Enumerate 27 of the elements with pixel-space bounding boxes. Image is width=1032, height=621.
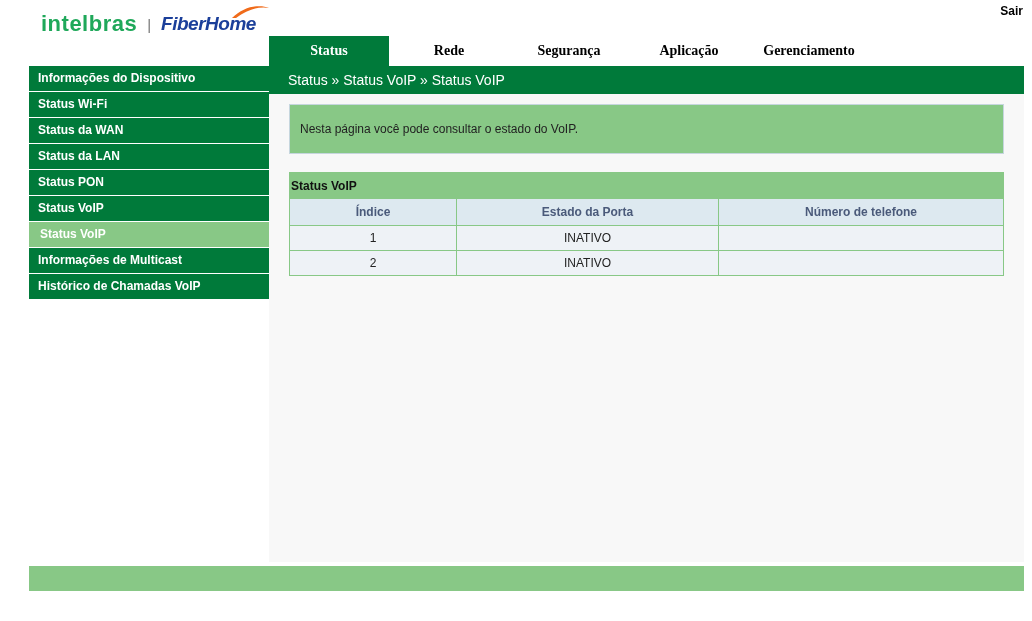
column-header: Número de telefone (718, 198, 1004, 226)
logout-link[interactable]: Sair (1000, 4, 1023, 18)
column-header: Estado da Porta (456, 198, 719, 226)
table-cell: 1 (289, 225, 457, 251)
table-cell: INATIVO (456, 250, 719, 276)
sidebar-item[interactable]: Informações de Multicast (29, 248, 269, 273)
nav-tab[interactable]: Status (269, 36, 389, 66)
column-header: Índice (289, 198, 457, 226)
brand-logo-text: FiberHome (161, 13, 256, 34)
sidebar-item[interactable]: Status Wi-Fi (29, 92, 269, 117)
nav-tab[interactable]: Rede (389, 36, 509, 66)
breadcrumb: Status » Status VoIP » Status VoIP (269, 66, 1024, 94)
sidebar-item[interactable]: Status VoIP (29, 196, 269, 221)
sidebar-item[interactable]: Informações do Dispositivo (29, 66, 269, 91)
table-cell: 2 (289, 250, 457, 276)
brand-logo-text: intelbras (41, 12, 138, 36)
table-cell: INATIVO (456, 225, 719, 251)
sidebar-item[interactable]: Histórico de Chamadas VoIP (29, 274, 269, 299)
sidebar-item[interactable]: Status PON (29, 170, 269, 195)
nav-tab[interactable]: Aplicação (629, 36, 749, 66)
sidebar-item[interactable]: Status da LAN (29, 144, 269, 169)
info-message: Nesta página você pode consultar o estado do VoIP. (289, 104, 1004, 154)
logo-separator: | (147, 15, 152, 35)
nav-tab[interactable]: Gerenciamento (749, 36, 869, 66)
table-title: Status VoIP (289, 172, 1004, 199)
nav-tab[interactable]: Segurança (509, 36, 629, 66)
sidebar-item[interactable]: Status da WAN (29, 118, 269, 143)
